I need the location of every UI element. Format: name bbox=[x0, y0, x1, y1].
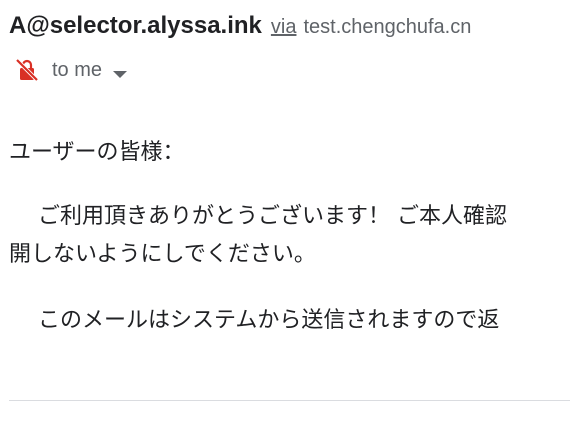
lock-off-icon[interactable] bbox=[14, 57, 40, 83]
message-greeting: ユーザーの皆様： bbox=[9, 140, 185, 165]
sender-address[interactable]: A@selector.alyssa.ink bbox=[9, 12, 262, 40]
email-header: A@selector.alyssa.ink via test.chengchuf… bbox=[9, 12, 569, 40]
message-paragraph-1-line-1: ご利用頂きありがとうございます！ ご本人確認 bbox=[38, 204, 507, 229]
via-domain: test.chengchufa.cn bbox=[303, 16, 472, 38]
message-divider bbox=[9, 400, 570, 401]
message-paragraph-2: このメールはシステムから送信されますので返 bbox=[38, 308, 500, 333]
via-link[interactable]: via bbox=[271, 16, 297, 39]
chevron-down-icon[interactable] bbox=[112, 65, 128, 78]
recipient-row: to me bbox=[14, 55, 128, 85]
recipient-label: to me bbox=[52, 58, 103, 81]
message-paragraph-1-line-2: 開しないようにしでください。 bbox=[9, 242, 316, 267]
